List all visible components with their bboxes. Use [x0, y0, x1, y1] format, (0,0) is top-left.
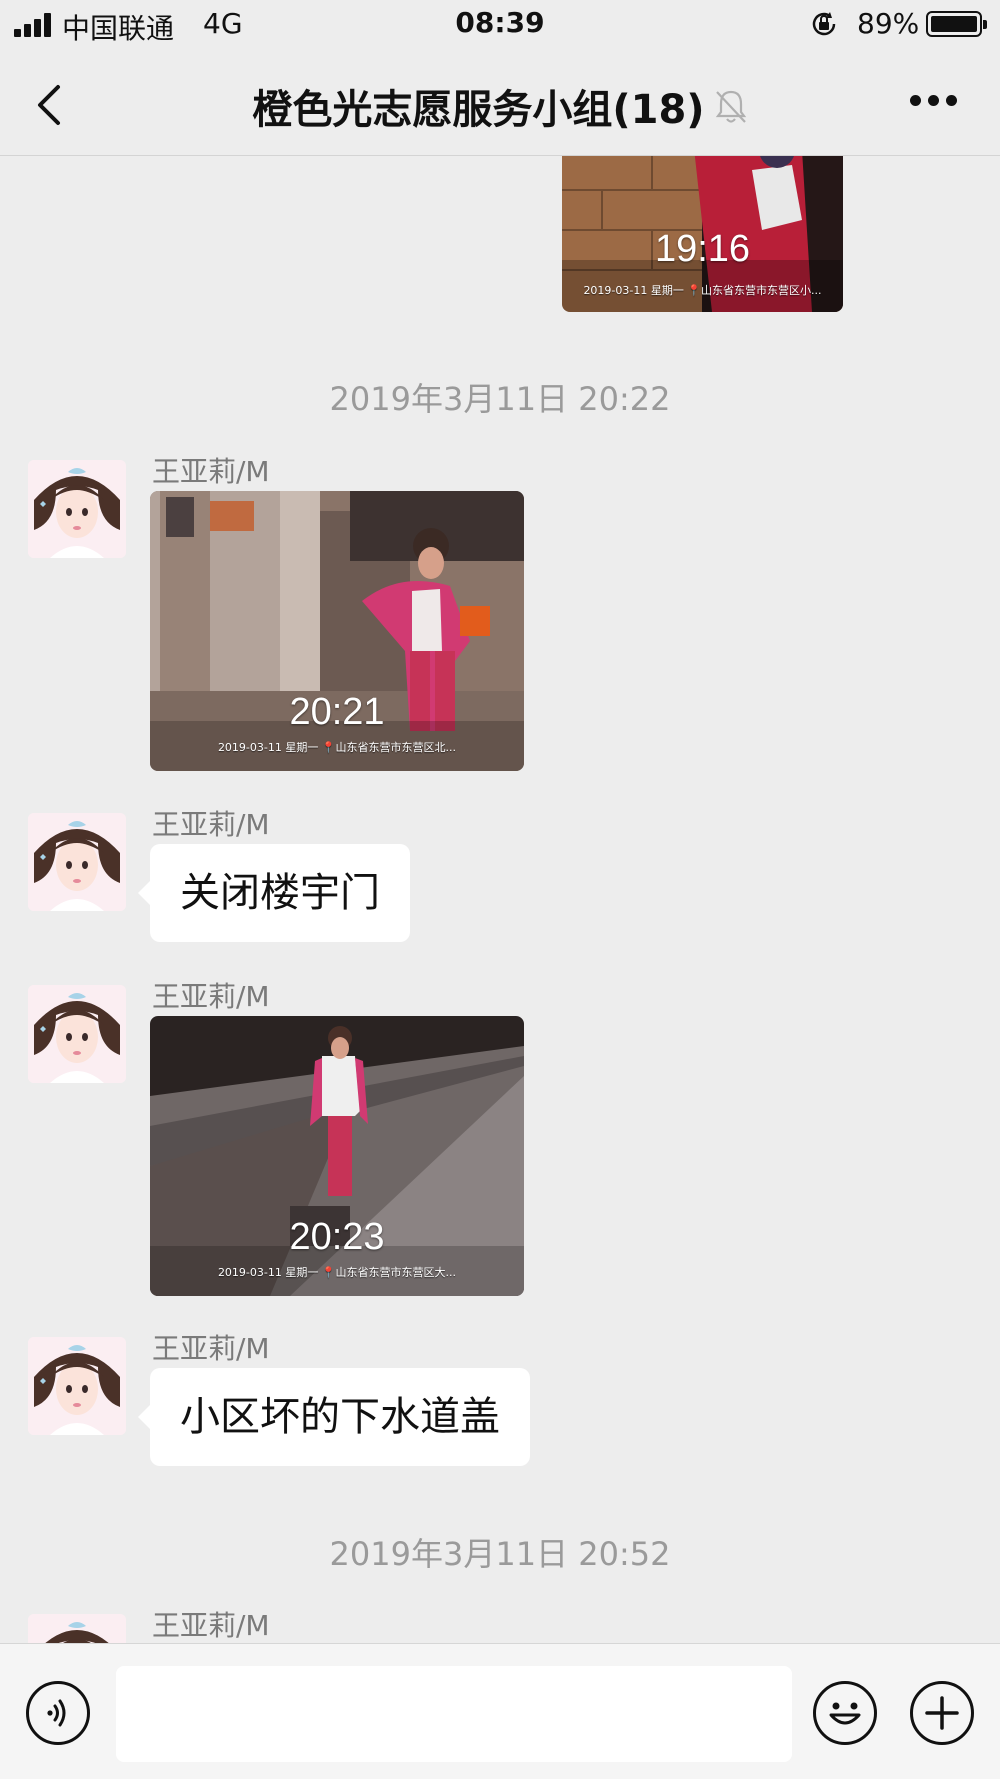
voice-icon[interactable]	[26, 1681, 90, 1745]
time-separator: 2019年3月11日 20:52	[329, 1535, 671, 1573]
photo-caption: 2019-03-11 星期一 📍山东省东营市东营区小...	[583, 284, 822, 297]
message-bubble[interactable]: 关闭楼宇门	[138, 844, 410, 942]
avatar[interactable]	[28, 985, 126, 1083]
status-bar: 中国联通 4G 08:39 89%	[0, 0, 1000, 50]
sender-name: 王亚莉/M	[152, 1609, 270, 1642]
message-photo[interactable]: 20:23 2019-03-11 星期一 📍山东省东营市东营区大...	[150, 1016, 524, 1296]
time-separator: 2019年3月11日 20:22	[329, 380, 671, 418]
photo-caption: 2019-03-11 星期一 📍山东省东营市东营区大...	[217, 1266, 457, 1279]
title-wrap: 橙色光志愿服务小组(18)	[0, 77, 1000, 135]
input-bar	[0, 1643, 1000, 1779]
mute-bell-icon	[715, 90, 746, 123]
photo-caption: 2019-03-11 星期一 📍山东省东营市东营区北...	[217, 741, 457, 754]
plus-icon[interactable]	[910, 1681, 974, 1745]
battery-icon	[926, 11, 987, 37]
nav-bar: 橙色光志愿服务小组(18)	[0, 55, 1000, 155]
emoji-icon[interactable]	[813, 1681, 877, 1745]
more-icon[interactable]	[910, 95, 958, 109]
sender-name: 王亚莉/M	[152, 980, 270, 1013]
message-photo[interactable]: 20:21 2019-03-11 星期一 📍山东省东营市东营区北...	[150, 491, 524, 771]
avatar[interactable]	[28, 1337, 126, 1435]
rotation-lock-icon	[812, 12, 836, 36]
sender-name: 王亚莉/M	[152, 1332, 270, 1365]
photo-time-stamp: 19:16	[654, 228, 751, 270]
avatar[interactable]	[28, 460, 126, 558]
status-time: 08:39	[455, 6, 545, 39]
top-bar: 中国联通 4G 08:39 89% 橙色光志愿服务小组(18)	[0, 0, 1000, 156]
sender-name: 王亚莉/M	[152, 808, 270, 841]
message-bubble[interactable]: 小区坏的下水道盖	[138, 1368, 530, 1466]
sender-name: 王亚莉/M	[152, 455, 270, 488]
message-input[interactable]	[116, 1666, 792, 1762]
photo-time-stamp: 20:23	[289, 1216, 385, 1258]
battery-percent: 89%	[857, 7, 920, 40]
avatar[interactable]	[28, 813, 126, 911]
chat-title: 橙色光志愿服务小组(18)	[252, 87, 705, 133]
photo-time-stamp: 20:21	[289, 691, 385, 733]
